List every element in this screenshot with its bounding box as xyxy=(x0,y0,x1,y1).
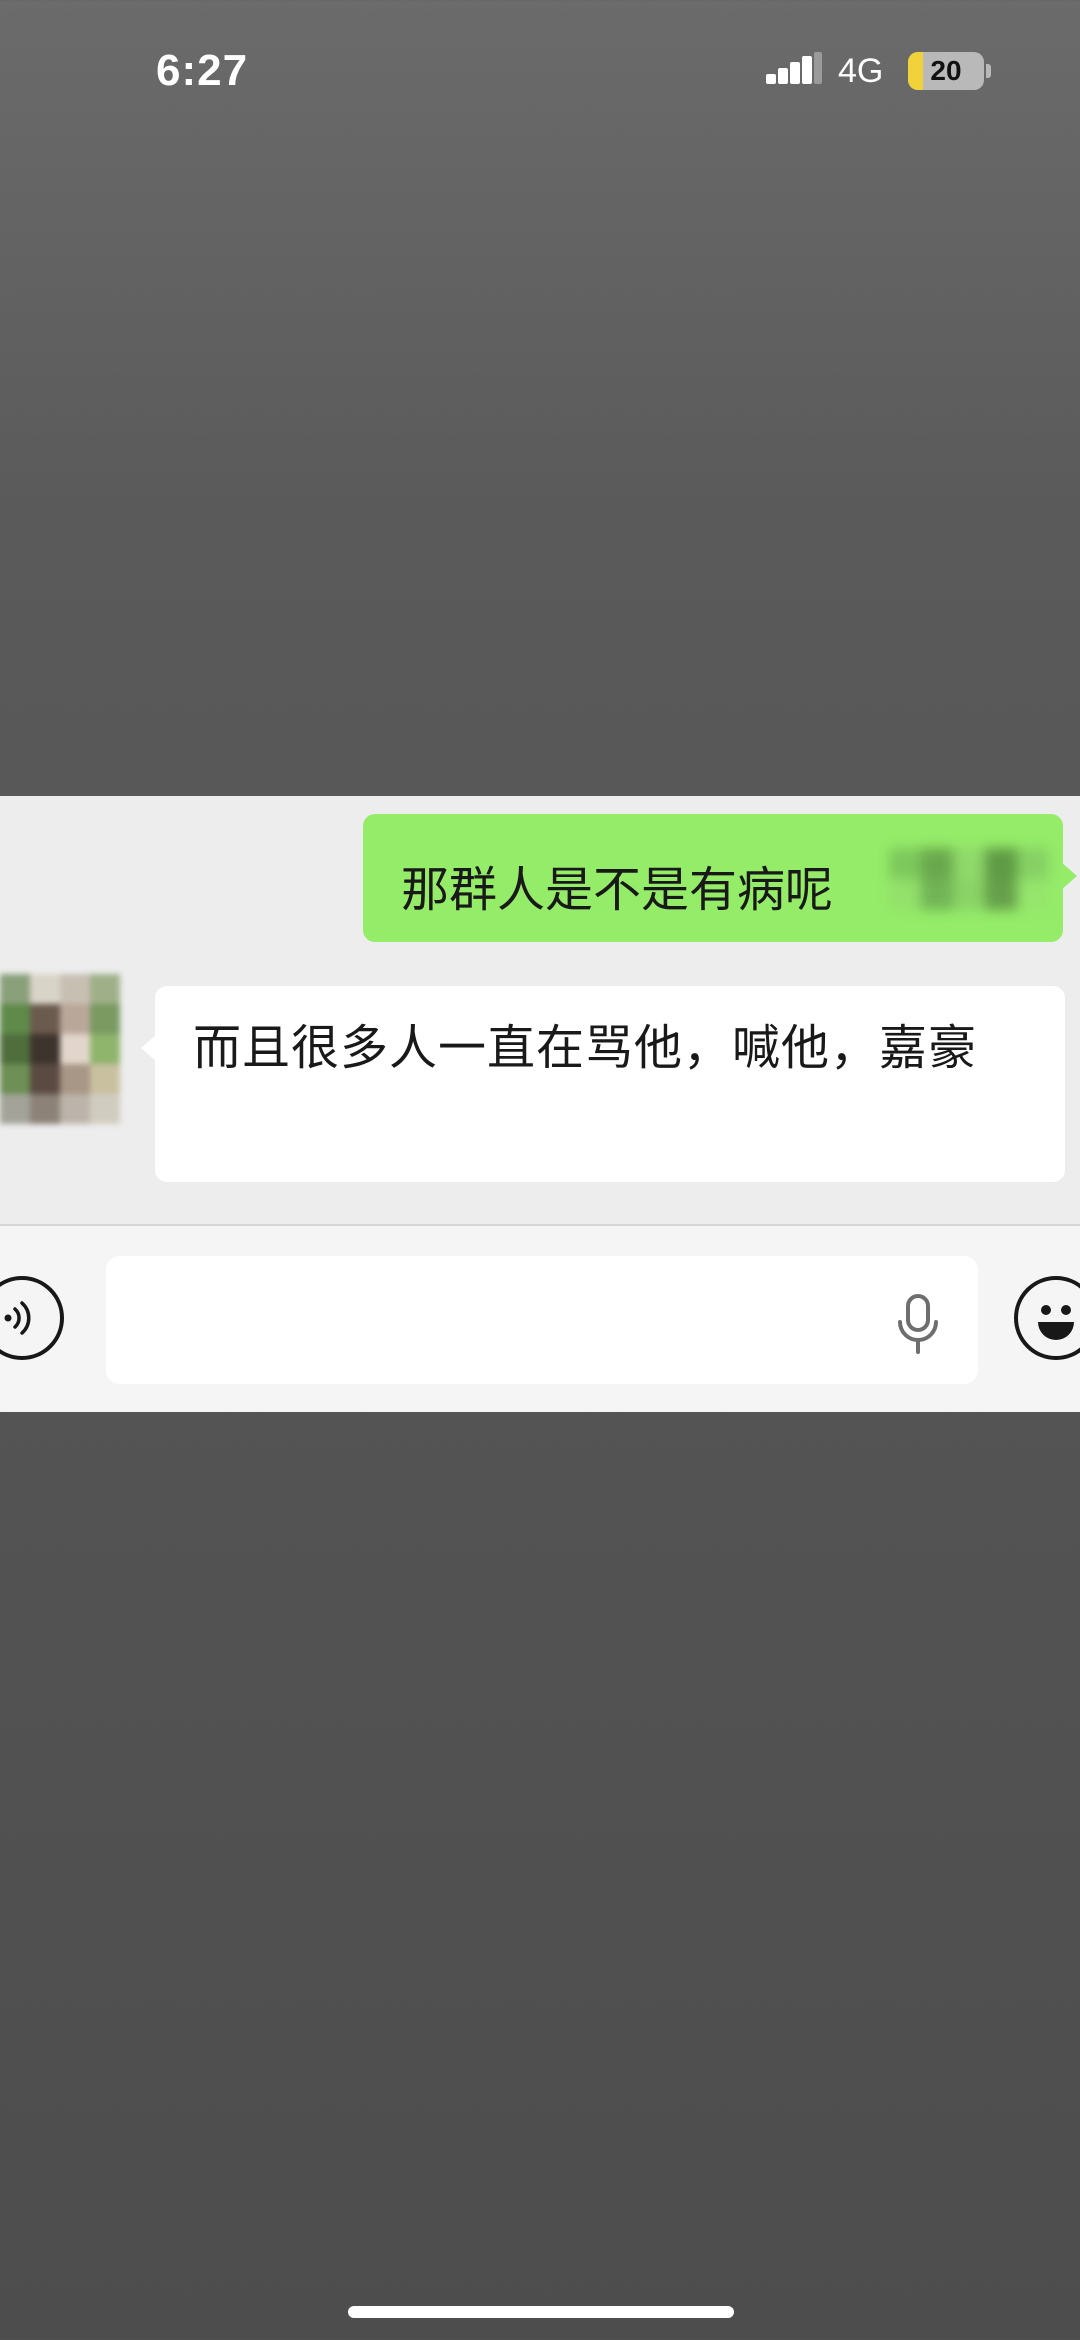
signal-icon xyxy=(766,52,824,92)
status-bar: 6:27 4G 20 xyxy=(0,0,1080,150)
message-text: 那群人是不是有病呢 xyxy=(401,862,834,918)
chat-panel: 那群人是不是有病呢 而且很多人一直在骂他，喊他，嘉豪 xyxy=(0,796,1080,1224)
message-bubble-sent[interactable]: 那群人是不是有病呢 xyxy=(363,814,1077,942)
network-type: 4G xyxy=(838,52,884,90)
message-input[interactable] xyxy=(106,1256,978,1384)
battery-level: 20 xyxy=(930,55,962,86)
battery-icon: 20 xyxy=(908,52,984,90)
emoji-icon[interactable] xyxy=(1014,1276,1080,1360)
message-bubble-received[interactable]: 而且很多人一直在骂他，喊他，嘉豪 xyxy=(141,986,1065,1182)
input-bar xyxy=(0,1224,1080,1412)
battery-tip xyxy=(986,64,991,78)
home-indicator[interactable] xyxy=(348,2306,734,2318)
status-time: 6:27 xyxy=(156,46,249,95)
microphone-icon[interactable] xyxy=(890,1292,946,1356)
redacted-mosaic xyxy=(889,848,1049,910)
avatar[interactable] xyxy=(0,974,120,1124)
message-text: 而且很多人一直在骂他，喊他，嘉豪 xyxy=(193,1020,978,1076)
voice-mode-icon[interactable] xyxy=(0,1276,64,1360)
